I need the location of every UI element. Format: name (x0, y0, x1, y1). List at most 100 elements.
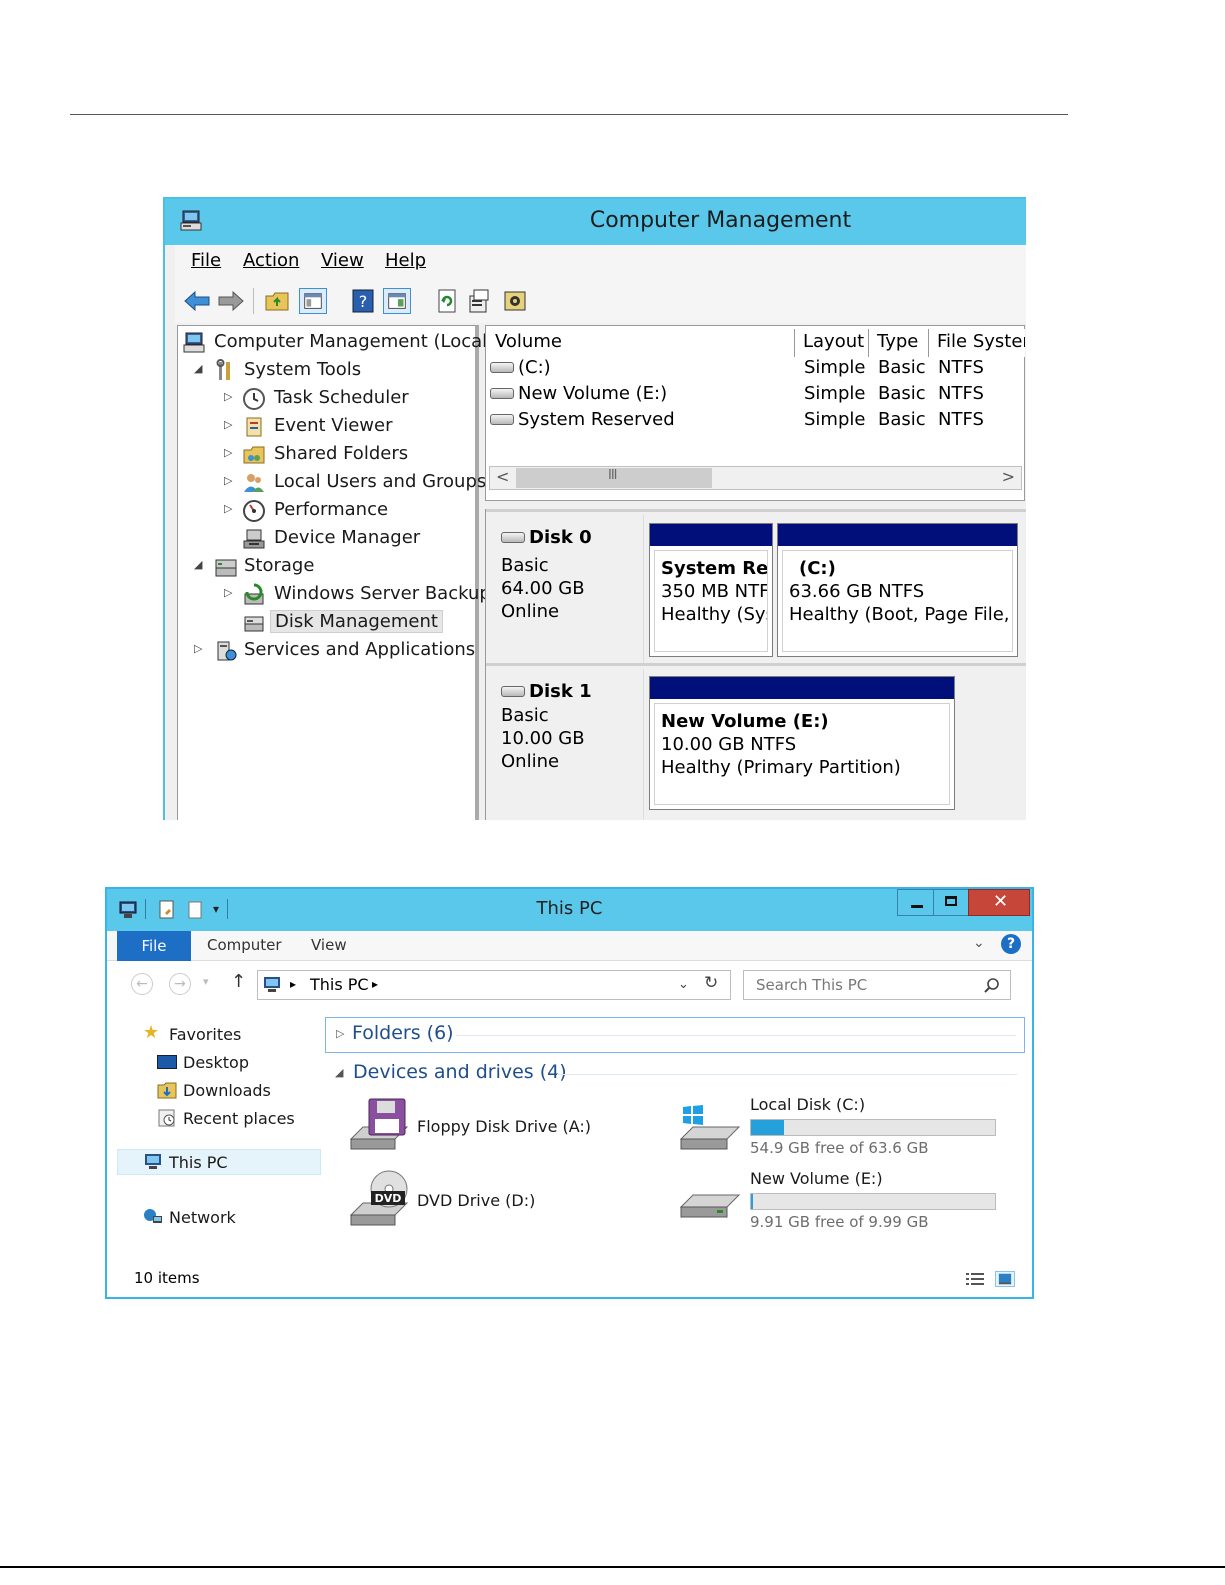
disk-settings-icon[interactable] (501, 288, 529, 314)
performance-icon (243, 500, 265, 522)
desktop-icon (157, 1055, 177, 1069)
group-folders[interactable]: ▷ Folders (6) (325, 1017, 1025, 1053)
tab-computer[interactable]: Computer (207, 936, 282, 954)
breadcrumb-separator-icon[interactable]: ▸ (372, 977, 378, 991)
scrollbar-grip: III (608, 468, 617, 483)
title-bar[interactable]: Computer Management (165, 199, 1026, 245)
refresh-icon[interactable]: ↻ (704, 973, 718, 993)
users-icon (244, 474, 264, 492)
column-header-layout[interactable]: Layout (795, 329, 869, 357)
console-tree: Computer Management (Local) ◢ System Too… (177, 325, 494, 820)
partition-e[interactable]: New Volume (E:) 10.00 GB NTFS Healthy (P… (649, 676, 955, 810)
disk-1-label[interactable]: Disk 1 Basic 10.00 GB Online (486, 669, 644, 820)
nav-this-pc[interactable]: This PC (145, 1153, 228, 1172)
expand-arrow-icon[interactable]: ▷ (224, 586, 232, 599)
minimize-icon (911, 905, 923, 908)
expand-arrow-icon[interactable]: ▷ (224, 502, 232, 515)
volume-disk-icon (490, 361, 514, 373)
close-icon: ✕ (993, 891, 1009, 912)
expand-ribbon-icon[interactable]: ⌄ (973, 935, 985, 951)
collapse-arrow-icon[interactable]: ◢ (335, 1066, 343, 1079)
expand-arrow-icon[interactable]: ▷ (336, 1027, 344, 1040)
help-icon[interactable]: ? (1001, 934, 1021, 954)
maximize-button[interactable] (933, 889, 969, 916)
nav-favorites[interactable]: ★ Favorites (143, 1022, 241, 1044)
nav-desktop[interactable]: Desktop (157, 1053, 249, 1072)
expand-arrow-icon[interactable]: ▷ (224, 390, 232, 403)
forward-button[interactable]: → (169, 973, 191, 995)
column-header-volume[interactable]: Volume (487, 329, 795, 357)
tab-view[interactable]: View (311, 936, 347, 954)
up-folder-icon[interactable] (263, 288, 291, 314)
windows-drive-icon (679, 1105, 741, 1150)
column-header-file-system[interactable]: File Syster (929, 329, 1025, 357)
tab-file[interactable]: File (117, 931, 191, 961)
group-devices[interactable]: ◢ Devices and drives (4) (325, 1059, 1025, 1089)
search-input[interactable]: Search This PC (743, 970, 1011, 1000)
collapse-arrow-icon[interactable]: ◢ (194, 558, 202, 571)
show-hide-action-pane-icon[interactable] (383, 288, 411, 314)
svg-text:?: ? (359, 292, 368, 311)
forward-arrow-icon[interactable] (217, 288, 245, 314)
panel-splitter[interactable] (486, 509, 1026, 512)
collapse-arrow-icon[interactable]: ◢ (194, 362, 202, 375)
menu-view[interactable]: View (321, 250, 364, 271)
expand-arrow-icon[interactable]: ▷ (224, 418, 232, 431)
partition-system-reserved[interactable]: System Rese 350 MB NTFS Healthy (Syst (649, 523, 773, 657)
breadcrumb-this-pc[interactable]: This PC (310, 975, 369, 994)
group-divider (557, 1074, 1017, 1075)
help-icon[interactable]: ? (349, 288, 377, 314)
table-row[interactable]: New Volume (E:) Simple Basic NTFS (490, 383, 1020, 409)
nav-downloads[interactable]: Downloads (157, 1081, 271, 1100)
back-arrow-icon[interactable] (183, 288, 211, 314)
menu-action[interactable]: Action (243, 250, 299, 271)
storage-icon (215, 559, 237, 577)
menu-file[interactable]: File (191, 250, 221, 271)
show-hide-console-tree-icon[interactable] (299, 288, 327, 314)
network-icon (144, 1209, 162, 1223)
expand-arrow-icon[interactable]: ▷ (224, 446, 232, 459)
capacity-bar-fill (751, 1120, 785, 1135)
disk-icon (501, 685, 525, 697)
partition-c[interactable]: (C:) 63.66 GB NTFS Healthy (Boot, Page F… (777, 523, 1018, 657)
refresh-icon[interactable] (433, 288, 461, 314)
properties-icon[interactable] (465, 288, 493, 314)
menu-help[interactable]: Help (385, 250, 426, 271)
breadcrumb-separator-icon[interactable]: ▸ (290, 977, 296, 991)
nav-network[interactable]: Network (144, 1208, 236, 1227)
computer-management-window: Computer Management File Action View Hel… (163, 197, 1026, 820)
group-divider (456, 1035, 1016, 1036)
shared-folders-icon (243, 446, 265, 464)
computer-icon (264, 977, 280, 992)
details-view-icon[interactable] (965, 1271, 985, 1287)
svg-text:DVD: DVD (375, 1192, 402, 1205)
close-button[interactable]: ✕ (968, 889, 1030, 916)
horizontal-scrollbar[interactable]: < III > (489, 466, 1022, 490)
drive-icon (679, 1194, 741, 1218)
up-arrow-icon[interactable]: ↑ (231, 971, 246, 992)
recent-locations-icon[interactable]: ▾ (203, 975, 209, 988)
column-header-type[interactable]: Type (869, 329, 929, 357)
large-icons-view-icon[interactable] (995, 1271, 1015, 1287)
address-bar[interactable]: ▸ This PC ▸ ⌄ ↻ (257, 970, 731, 1000)
scroll-left-arrow-icon[interactable]: < (496, 467, 509, 486)
scroll-right-arrow-icon[interactable]: > (1002, 467, 1015, 486)
capacity-bar (750, 1119, 996, 1136)
table-row[interactable]: System Reserved Simple Basic NTFS (490, 409, 1020, 435)
volume-list: Volume Layout Type File Syster (C:) Simp… (485, 325, 1025, 501)
nav-recent-places[interactable]: Recent places (158, 1109, 295, 1128)
minimize-button[interactable] (897, 889, 935, 916)
address-dropdown-icon[interactable]: ⌄ (678, 977, 689, 992)
expand-arrow-icon[interactable]: ▷ (194, 642, 202, 655)
dvd-drive-icon: DVD (349, 1170, 409, 1226)
disk-management-icon (244, 616, 264, 632)
page-bottom-rule (0, 1566, 1225, 1568)
expand-arrow-icon[interactable]: ▷ (224, 474, 232, 487)
window-title: Computer Management (589, 208, 852, 233)
toolbar: ? (175, 279, 1026, 323)
table-row[interactable]: (C:) Simple Basic NTFS (490, 357, 1020, 383)
title-bar[interactable]: ▾ This PC ✕ (107, 889, 1032, 931)
back-button[interactable]: ← (131, 973, 153, 995)
page-top-rule (70, 114, 1068, 115)
disk-0-label[interactable]: Disk 0 Basic 64.00 GB Online (486, 515, 644, 663)
